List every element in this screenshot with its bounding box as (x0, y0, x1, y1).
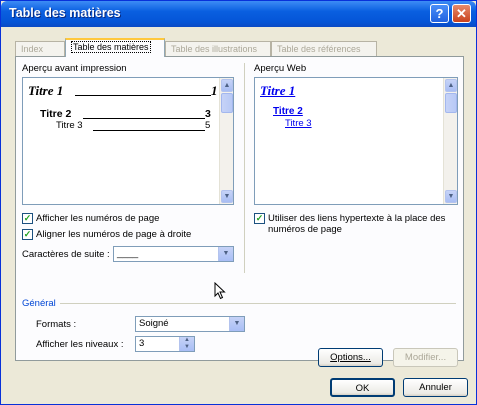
scroll-down-icon[interactable]: ▼ (445, 190, 457, 203)
chevron-down-icon[interactable]: ▼ (218, 247, 233, 261)
preview-titre-1: Titre 1 (28, 83, 64, 98)
web-link-titre-2[interactable]: Titre 2 (273, 106, 303, 117)
tab-table-des-references[interactable]: Table des références (271, 41, 377, 56)
preview-leader-1 (75, 95, 211, 96)
levels-value: 3 (139, 338, 145, 349)
align-page-numbers-checkbox[interactable]: ✓ (22, 229, 33, 240)
tab-table-des-illustrations[interactable]: Table des illustrations (165, 41, 271, 56)
preview-page-2: 3 (205, 108, 211, 120)
show-page-numbers-label: Afficher les numéros de page (36, 213, 160, 224)
window-title: Table des matières (9, 6, 121, 20)
use-hyperlinks-label-line2: numéros de page (268, 224, 342, 235)
dialog-body: Index Table des matières Table des illus… (5, 28, 472, 402)
web-link-titre-1[interactable]: Titre 1 (260, 83, 295, 99)
preview-page-1: 1 (211, 83, 218, 98)
web-preview-scrollbar[interactable]: ▲ ▼ (443, 78, 457, 204)
modify-button[interactable]: Modifier... (393, 348, 458, 367)
scroll-thumb[interactable] (221, 93, 233, 113)
help-button[interactable]: ? (430, 4, 449, 23)
print-preview-label: Aperçu avant impression (22, 63, 127, 74)
spin-arrows-icon[interactable]: ▲ ▼ (179, 337, 194, 351)
levels-spinner[interactable]: 3 ▲ ▼ (135, 336, 195, 352)
mouse-cursor-icon (214, 282, 226, 300)
preview-leader-3 (93, 130, 205, 131)
close-button[interactable]: ✕ (452, 4, 471, 23)
title-bar[interactable]: Table des matières ? ✕ (1, 1, 476, 27)
print-preview-scrollbar[interactable]: ▲ ▼ (219, 78, 233, 204)
align-page-numbers-label: Aligner les numéros de page à droite (36, 229, 192, 240)
web-preview-box: Titre 1 Titre 2 Titre 3 ▲ ▼ (254, 77, 458, 205)
ok-button[interactable]: OK (330, 378, 395, 397)
scroll-thumb[interactable] (445, 93, 457, 113)
tab-leader-select[interactable]: ____ ▼ (113, 246, 234, 262)
tab-table-des-matieres[interactable]: Table des matières (65, 38, 165, 57)
web-link-titre-3[interactable]: Titre 3 (285, 118, 312, 129)
tab-panel: Aperçu avant impression Titre 1 1 Titre … (15, 56, 464, 361)
use-hyperlinks-checkbox[interactable]: ✓ (254, 213, 265, 224)
preview-page-3: 5 (205, 120, 211, 131)
tab-leader-label: Caractères de suite : (22, 249, 110, 260)
column-divider (244, 63, 245, 273)
chevron-down-icon[interactable]: ▼ (229, 317, 244, 331)
use-hyperlinks-label-line1: Utiliser des liens hypertexte à la place… (268, 213, 446, 224)
preview-leader-2 (83, 118, 205, 119)
scroll-up-icon[interactable]: ▲ (445, 79, 457, 92)
scroll-down-icon[interactable]: ▼ (221, 190, 233, 203)
dialog-window: Table des matières ? ✕ Index Table des m… (0, 0, 477, 405)
preview-titre-2: Titre 2 (40, 108, 72, 120)
cancel-button[interactable]: Annuler (403, 378, 468, 397)
levels-label: Afficher les niveaux : (36, 339, 124, 350)
preview-titre-3: Titre 3 (56, 120, 83, 131)
tab-leader-value: ____ (117, 248, 139, 259)
general-group-label: Général (22, 298, 56, 309)
web-preview-label: Aperçu Web (254, 63, 307, 74)
options-button[interactable]: Options... (318, 348, 383, 367)
show-page-numbers-checkbox[interactable]: ✓ (22, 213, 33, 224)
tab-index[interactable]: Index (15, 41, 65, 56)
formats-select[interactable]: Soigné ▼ (135, 316, 245, 332)
formats-value: Soigné (139, 318, 169, 329)
formats-label: Formats : (36, 319, 77, 330)
general-group-line (60, 303, 456, 304)
scroll-up-icon[interactable]: ▲ (221, 79, 233, 92)
print-preview-box: Titre 1 1 Titre 2 3 Titre 3 5 ▲ ▼ (22, 77, 234, 205)
